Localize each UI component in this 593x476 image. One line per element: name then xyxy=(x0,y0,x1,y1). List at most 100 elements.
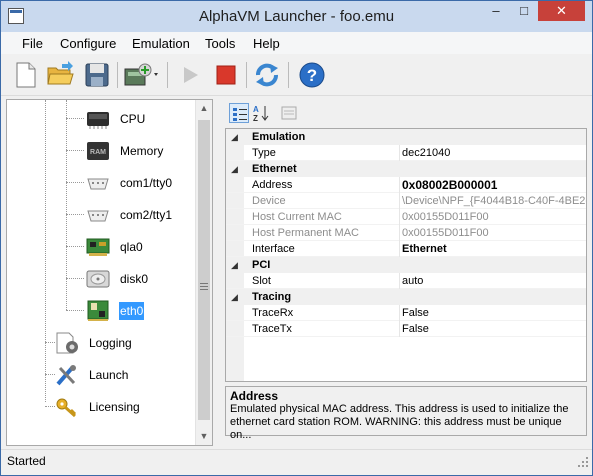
collapse-icon[interactable]: ◢ xyxy=(231,289,238,305)
property-value[interactable]: auto xyxy=(402,273,586,289)
category-ethernet[interactable]: ◢ Ethernet xyxy=(226,161,586,177)
property-name: Type xyxy=(252,145,400,161)
property-value: 0x00155D011F00 xyxy=(402,211,489,223)
help-icon[interactable]: ? xyxy=(297,60,327,90)
categorized-icon[interactable] xyxy=(229,103,249,123)
property-value[interactable]: False xyxy=(402,321,586,337)
tree-connector xyxy=(66,278,84,279)
tree-item-com2[interactable]: com2/tty1 xyxy=(85,203,173,227)
menu-bar: File Configure Emulation Tools Help xyxy=(1,32,592,54)
property-name: Host Permanent MAC xyxy=(252,225,400,241)
new-icon[interactable] xyxy=(10,60,40,90)
tree-item-qla0[interactable]: qla0 xyxy=(85,235,144,259)
tree-item-disk0[interactable]: disk0 xyxy=(85,267,149,291)
property-name: TraceRx xyxy=(252,305,400,321)
config-tree[interactable]: CPU RAM Memory com1/tty0 com2/tty1 qla0 xyxy=(6,99,213,446)
property-row[interactable]: Host Current MAC 0x00155D011F00 xyxy=(226,209,586,225)
play-icon[interactable] xyxy=(175,60,205,90)
tree-scrollbar[interactable]: ▲ ▼ xyxy=(195,100,212,445)
launch-tools-icon xyxy=(54,364,80,386)
menu-file[interactable]: File xyxy=(22,36,43,51)
property-value[interactable]: 0x08002B000001 xyxy=(402,177,586,193)
category-tracing[interactable]: ◢ Tracing xyxy=(226,289,586,305)
property-name: Interface xyxy=(252,241,400,257)
menu-tools[interactable]: Tools xyxy=(205,36,235,51)
tree-connector xyxy=(66,310,84,311)
menu-help[interactable]: Help xyxy=(253,36,280,51)
tree-connector xyxy=(66,214,84,215)
tree-item-label: disk0 xyxy=(120,272,149,286)
property-pages-icon[interactable] xyxy=(279,103,299,123)
tree-item-label: com1/tty0 xyxy=(120,176,173,190)
category-emulation[interactable]: ◢ Emulation xyxy=(226,129,586,145)
collapse-icon[interactable]: ◢ xyxy=(231,161,238,177)
category-name: Emulation xyxy=(252,131,306,143)
description-title: Address xyxy=(230,389,279,403)
property-list[interactable]: ◢ Emulation Type dec21040 ◢ Ethernet Add… xyxy=(225,128,587,382)
property-value[interactable]: Ethernet xyxy=(402,241,586,257)
scroll-down-icon[interactable]: ▼ xyxy=(196,428,212,445)
open-folder-icon[interactable] xyxy=(45,60,75,90)
property-description: Address Emulated physical MAC address. T… xyxy=(225,386,587,441)
status-bar: Started xyxy=(1,449,592,471)
collapse-icon[interactable]: ◢ xyxy=(231,129,238,145)
refresh-icon[interactable] xyxy=(252,60,282,90)
stop-icon[interactable] xyxy=(211,60,241,90)
category-name: Tracing xyxy=(252,291,292,303)
property-name: Host Current MAC xyxy=(252,209,400,225)
category-pci[interactable]: ◢ PCI xyxy=(226,257,586,273)
save-icon[interactable] xyxy=(82,60,112,90)
add-device-icon[interactable] xyxy=(122,60,160,90)
cpu-icon xyxy=(85,108,111,130)
logging-icon xyxy=(54,332,80,354)
category-name: PCI xyxy=(252,259,271,271)
property-row[interactable]: Host Permanent MAC 0x00155D011F00 xyxy=(226,225,586,241)
tree-item-com1[interactable]: com1/tty0 xyxy=(85,171,173,195)
toolbar-separator xyxy=(246,62,247,88)
tree-connector xyxy=(66,150,84,151)
resize-grip-icon[interactable] xyxy=(577,456,589,468)
collapse-icon[interactable]: ◢ xyxy=(231,257,238,273)
scsi-card-icon xyxy=(85,236,111,258)
tree-connector xyxy=(66,118,84,119)
property-row[interactable]: Device \Device\NPF_{F4044B18-C40F-4BE2- xyxy=(226,193,587,209)
property-row[interactable]: Address 0x08002B000001 xyxy=(226,177,586,193)
scroll-up-icon[interactable]: ▲ xyxy=(196,100,212,117)
property-row[interactable]: Interface Ethernet xyxy=(226,241,586,257)
category-name: Ethernet xyxy=(252,163,297,175)
property-row[interactable]: TraceTx False xyxy=(226,321,586,337)
menu-emulation[interactable]: Emulation xyxy=(132,36,190,51)
tree-item-label: eth0 xyxy=(119,302,145,320)
tree-item-label: Licensing xyxy=(89,400,140,414)
app-window: AlphaVM Launcher - foo.emu – □ ✕ File Co… xyxy=(0,0,593,476)
maximize-button[interactable]: □ xyxy=(511,1,537,21)
tree-item-eth0[interactable]: eth0 xyxy=(85,299,145,323)
property-value[interactable]: False xyxy=(402,305,586,321)
title-bar[interactable]: AlphaVM Launcher - foo.emu – □ ✕ xyxy=(1,1,592,32)
property-row[interactable]: TraceRx False xyxy=(226,305,586,321)
property-value: \Device\NPF_{F4044B18-C40F-4BE2- xyxy=(402,195,587,207)
minimize-button[interactable]: – xyxy=(483,1,509,21)
tree-item-launch[interactable]: Launch xyxy=(54,363,129,387)
tree-item-licensing[interactable]: Licensing xyxy=(54,395,141,419)
tree-connector xyxy=(66,246,84,247)
property-value[interactable]: dec21040 xyxy=(402,145,586,161)
key-icon xyxy=(54,396,80,418)
tree-item-label: Launch xyxy=(89,368,129,382)
toolbar-separator xyxy=(117,62,118,88)
tree-item-logging[interactable]: Logging xyxy=(54,331,133,355)
scroll-thumb[interactable] xyxy=(198,120,210,420)
toolbar: ? xyxy=(1,54,592,96)
tree-item-memory[interactable]: RAM Memory xyxy=(85,139,164,163)
panel-splitter[interactable] xyxy=(215,99,223,446)
description-text: Emulated physical MAC address. This addr… xyxy=(230,403,569,441)
property-name: TraceTx xyxy=(252,321,400,337)
menu-configure[interactable]: Configure xyxy=(60,36,116,51)
close-button[interactable]: ✕ xyxy=(538,1,585,21)
property-row[interactable]: Slot auto xyxy=(226,273,586,289)
property-row[interactable]: Type dec21040 xyxy=(226,145,586,161)
status-text: Started xyxy=(7,454,46,468)
tree-item-cpu[interactable]: CPU xyxy=(85,107,146,131)
serial-port-icon xyxy=(85,204,111,226)
alphabetical-sort-icon[interactable]: AZ xyxy=(251,103,271,123)
